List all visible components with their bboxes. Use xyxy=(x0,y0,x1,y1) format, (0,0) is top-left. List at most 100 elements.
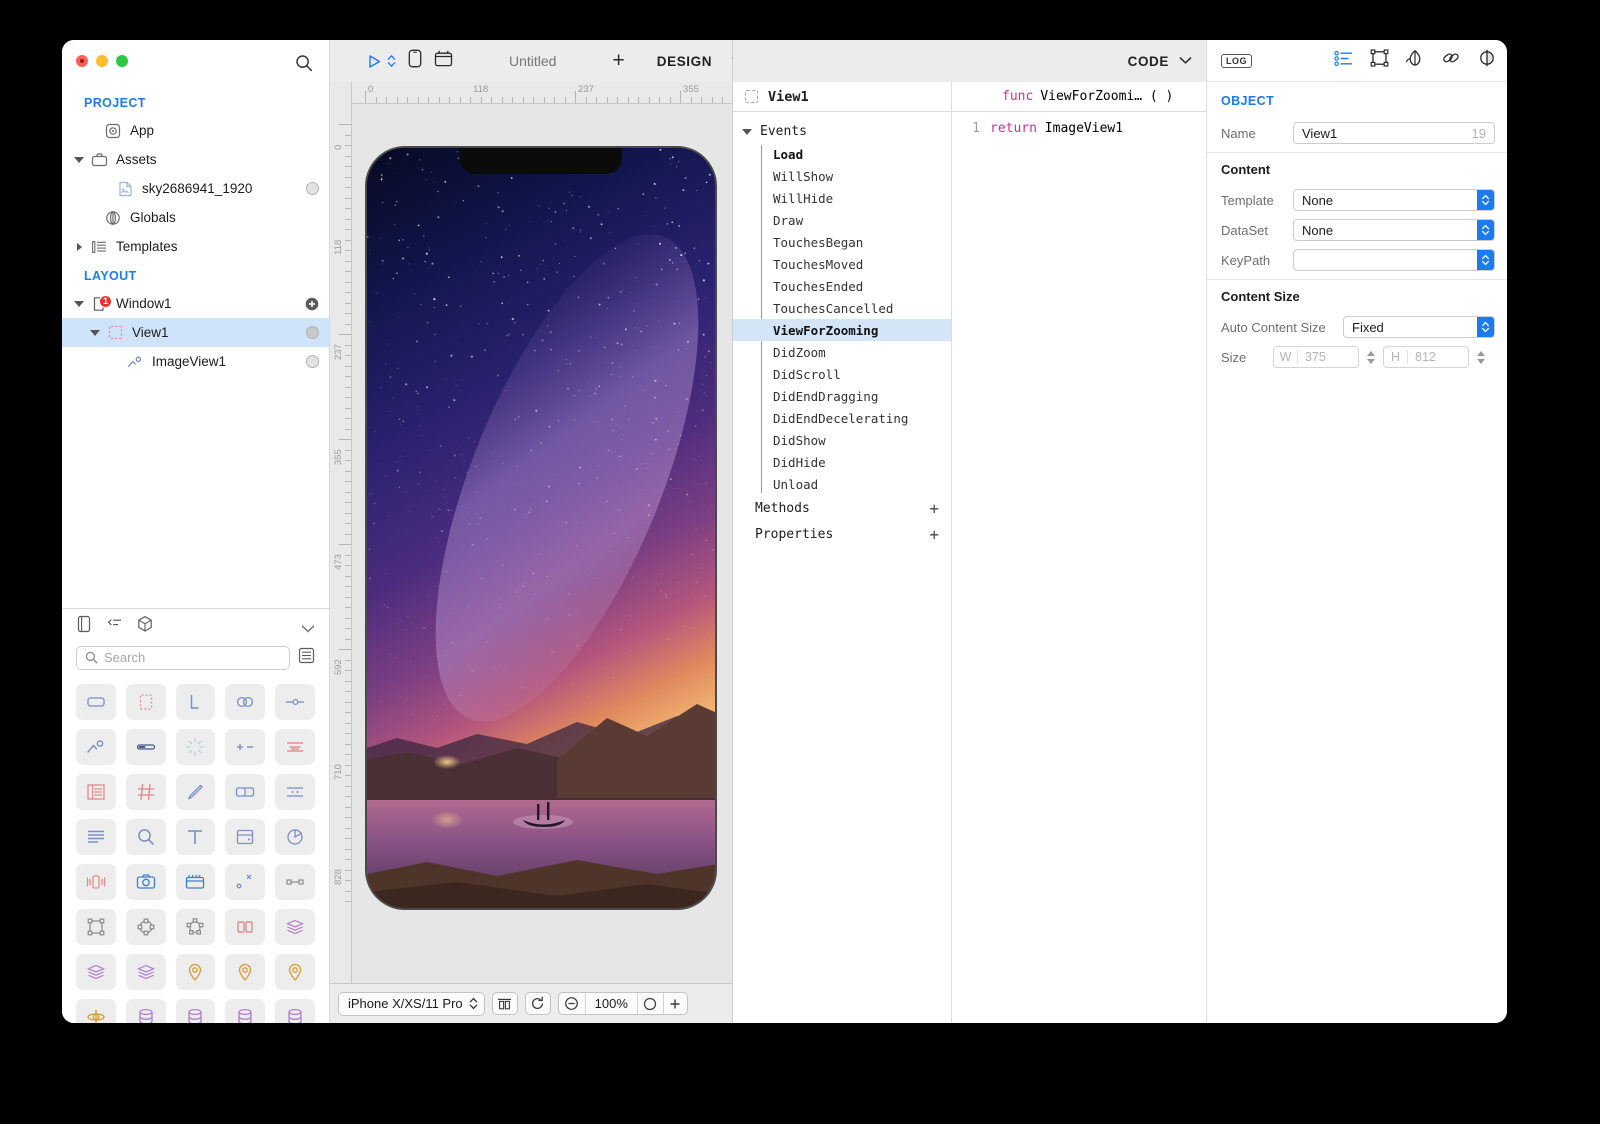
library-item-card-icon[interactable] xyxy=(225,818,266,855)
properties-section[interactable]: Properties + xyxy=(733,521,951,547)
popup-arrows-icon[interactable] xyxy=(1477,220,1494,240)
library-item-segmented-control-icon[interactable] xyxy=(225,773,266,810)
library-item-toggle-icon[interactable] xyxy=(225,683,266,720)
library-item-bounding-box-icon[interactable] xyxy=(76,908,116,945)
library-item-orbit-icon[interactable] xyxy=(76,998,116,1023)
search-input[interactable]: Search xyxy=(76,645,290,670)
library-item-map-pin-icon[interactable] xyxy=(275,953,315,990)
bindings-link-icon[interactable] xyxy=(1441,49,1461,72)
library-item-spinner-icon[interactable] xyxy=(175,728,216,765)
event-item-draw[interactable]: Draw xyxy=(733,209,951,231)
library-item-text-lines-icon[interactable] xyxy=(76,818,116,855)
event-item-didshow[interactable]: DidShow xyxy=(733,429,951,451)
library-item-keyboard-icon[interactable] xyxy=(275,773,315,810)
library-item-list-rows-icon[interactable] xyxy=(76,773,116,810)
code-editor[interactable]: 1 return ImageView1 xyxy=(952,112,1206,136)
name-field[interactable]: View1 19 xyxy=(1293,122,1495,144)
tree-item-app[interactable]: App xyxy=(62,116,329,145)
library-item-slider-icon[interactable] xyxy=(275,683,315,720)
library-item-video-icon[interactable] xyxy=(175,863,216,900)
auto-content-size-popup[interactable]: Fixed xyxy=(1343,316,1495,338)
event-item-load[interactable]: Load xyxy=(733,143,951,165)
library-item-map-pin-icon[interactable] xyxy=(175,953,216,990)
appearance-icon[interactable] xyxy=(1405,49,1425,72)
device-selector[interactable]: iPhone X/XS/11 Pro xyxy=(338,991,485,1016)
inspector-list-icon[interactable] xyxy=(105,616,124,637)
twisty-events[interactable] xyxy=(742,124,752,139)
library-item-pie-chart-icon[interactable] xyxy=(275,818,315,855)
tree-item-globals[interactable]: Globals xyxy=(62,203,329,232)
event-item-didhide[interactable]: DidHide xyxy=(733,451,951,473)
tree-item-view1[interactable]: View1 xyxy=(62,318,329,347)
library-item-dashed-box-icon[interactable] xyxy=(125,683,166,720)
popup-arrows-icon[interactable] xyxy=(1477,317,1494,337)
event-item-touchesended[interactable]: TouchesEnded xyxy=(733,275,951,297)
zoom-out-button[interactable] xyxy=(559,993,585,1014)
library-item-text-align-icon[interactable] xyxy=(275,728,315,765)
event-item-touchesbegan[interactable]: TouchesBegan xyxy=(733,231,951,253)
library-item-layers-icon[interactable] xyxy=(125,953,166,990)
tree-item-window1[interactable]: 1 Window1 xyxy=(62,289,329,318)
library-item-search-icon[interactable] xyxy=(125,818,166,855)
dataset-popup[interactable]: None xyxy=(1293,219,1495,241)
library-item-stepper-icon[interactable] xyxy=(225,728,266,765)
event-item-didenddecelerating[interactable]: DidEndDecelerating xyxy=(733,407,951,429)
library-item-pen-icon[interactable] xyxy=(175,773,216,810)
run-play-icon[interactable] xyxy=(366,53,396,70)
canvas-area[interactable] xyxy=(352,104,732,983)
library-item-text-T-icon[interactable] xyxy=(175,818,216,855)
chevron-down-icon[interactable] xyxy=(1179,52,1192,70)
library-item-camera-icon[interactable] xyxy=(125,863,166,900)
library-item-layout-L-icon[interactable] xyxy=(175,683,216,720)
event-item-didenddragging[interactable]: DidEndDragging xyxy=(733,385,951,407)
chevron-down-icon[interactable] xyxy=(301,621,315,639)
keypath-popup[interactable] xyxy=(1293,249,1495,271)
library-item-grid-icon[interactable] xyxy=(125,773,166,810)
geometry-box-icon[interactable] xyxy=(1370,49,1389,72)
minimize-window-button[interactable] xyxy=(96,55,108,67)
twisty-templates[interactable] xyxy=(70,242,88,251)
add-view-button[interactable] xyxy=(305,297,319,311)
event-item-willhide[interactable]: WillHide xyxy=(733,187,951,209)
library-item-circle-anchor-icon[interactable] xyxy=(125,908,166,945)
popup-arrows-icon[interactable] xyxy=(1477,250,1494,270)
zoom-window-button[interactable] xyxy=(116,55,128,67)
template-popup[interactable]: None xyxy=(1293,189,1495,211)
tree-item-assets[interactable]: Assets xyxy=(62,145,329,174)
tree-item-sky-asset[interactable]: sky2686941_1920 xyxy=(62,174,329,203)
search-icon[interactable] xyxy=(295,54,313,72)
visibility-icon[interactable] xyxy=(1477,49,1497,72)
library-item-split-panes-icon[interactable] xyxy=(225,908,266,945)
objects-3d-icon[interactable] xyxy=(136,615,154,638)
event-item-didscroll[interactable]: DidScroll xyxy=(733,363,951,385)
height-field[interactable]: H 812 xyxy=(1383,346,1469,368)
close-window-button[interactable] xyxy=(76,55,88,67)
list-view-icon[interactable] xyxy=(298,647,315,669)
popup-arrows-icon[interactable] xyxy=(1477,190,1494,210)
imageview-status-dot[interactable] xyxy=(306,355,319,368)
library-item-imageview-icon[interactable] xyxy=(76,728,116,765)
methods-section[interactable]: Methods + xyxy=(733,495,951,521)
event-item-touchesmoved[interactable]: TouchesMoved xyxy=(733,253,951,275)
view-status-dot[interactable] xyxy=(306,326,319,339)
library-item-polygon-anchor-icon[interactable] xyxy=(175,908,216,945)
library-item-link-nodes-icon[interactable] xyxy=(275,863,315,900)
library-item-layers-icon[interactable] xyxy=(275,908,315,945)
device-phone-icon[interactable] xyxy=(408,49,422,73)
event-item-touchescancelled[interactable]: TouchesCancelled xyxy=(733,297,951,319)
zoom-fit-button[interactable] xyxy=(636,993,663,1014)
tree-item-templates[interactable]: Templates xyxy=(62,232,329,261)
add-document-button[interactable]: + xyxy=(612,49,624,73)
events-group-header[interactable]: Events xyxy=(733,120,951,143)
event-item-viewforzooming[interactable]: ViewForZooming xyxy=(733,319,951,341)
library-item-motion-path-icon[interactable] xyxy=(225,863,266,900)
library-item-layers-icon[interactable] xyxy=(76,953,116,990)
size-stepper[interactable] xyxy=(1365,350,1377,364)
zoom-level-label[interactable]: 100% xyxy=(584,993,637,1014)
rotate-device-button[interactable] xyxy=(524,992,551,1015)
size-stepper-2[interactable] xyxy=(1475,350,1487,364)
twisty-window1[interactable] xyxy=(70,300,88,307)
library-item-database-icon[interactable] xyxy=(275,998,315,1023)
split-view-button[interactable] xyxy=(491,992,518,1015)
add-method-button[interactable]: + xyxy=(929,499,939,518)
